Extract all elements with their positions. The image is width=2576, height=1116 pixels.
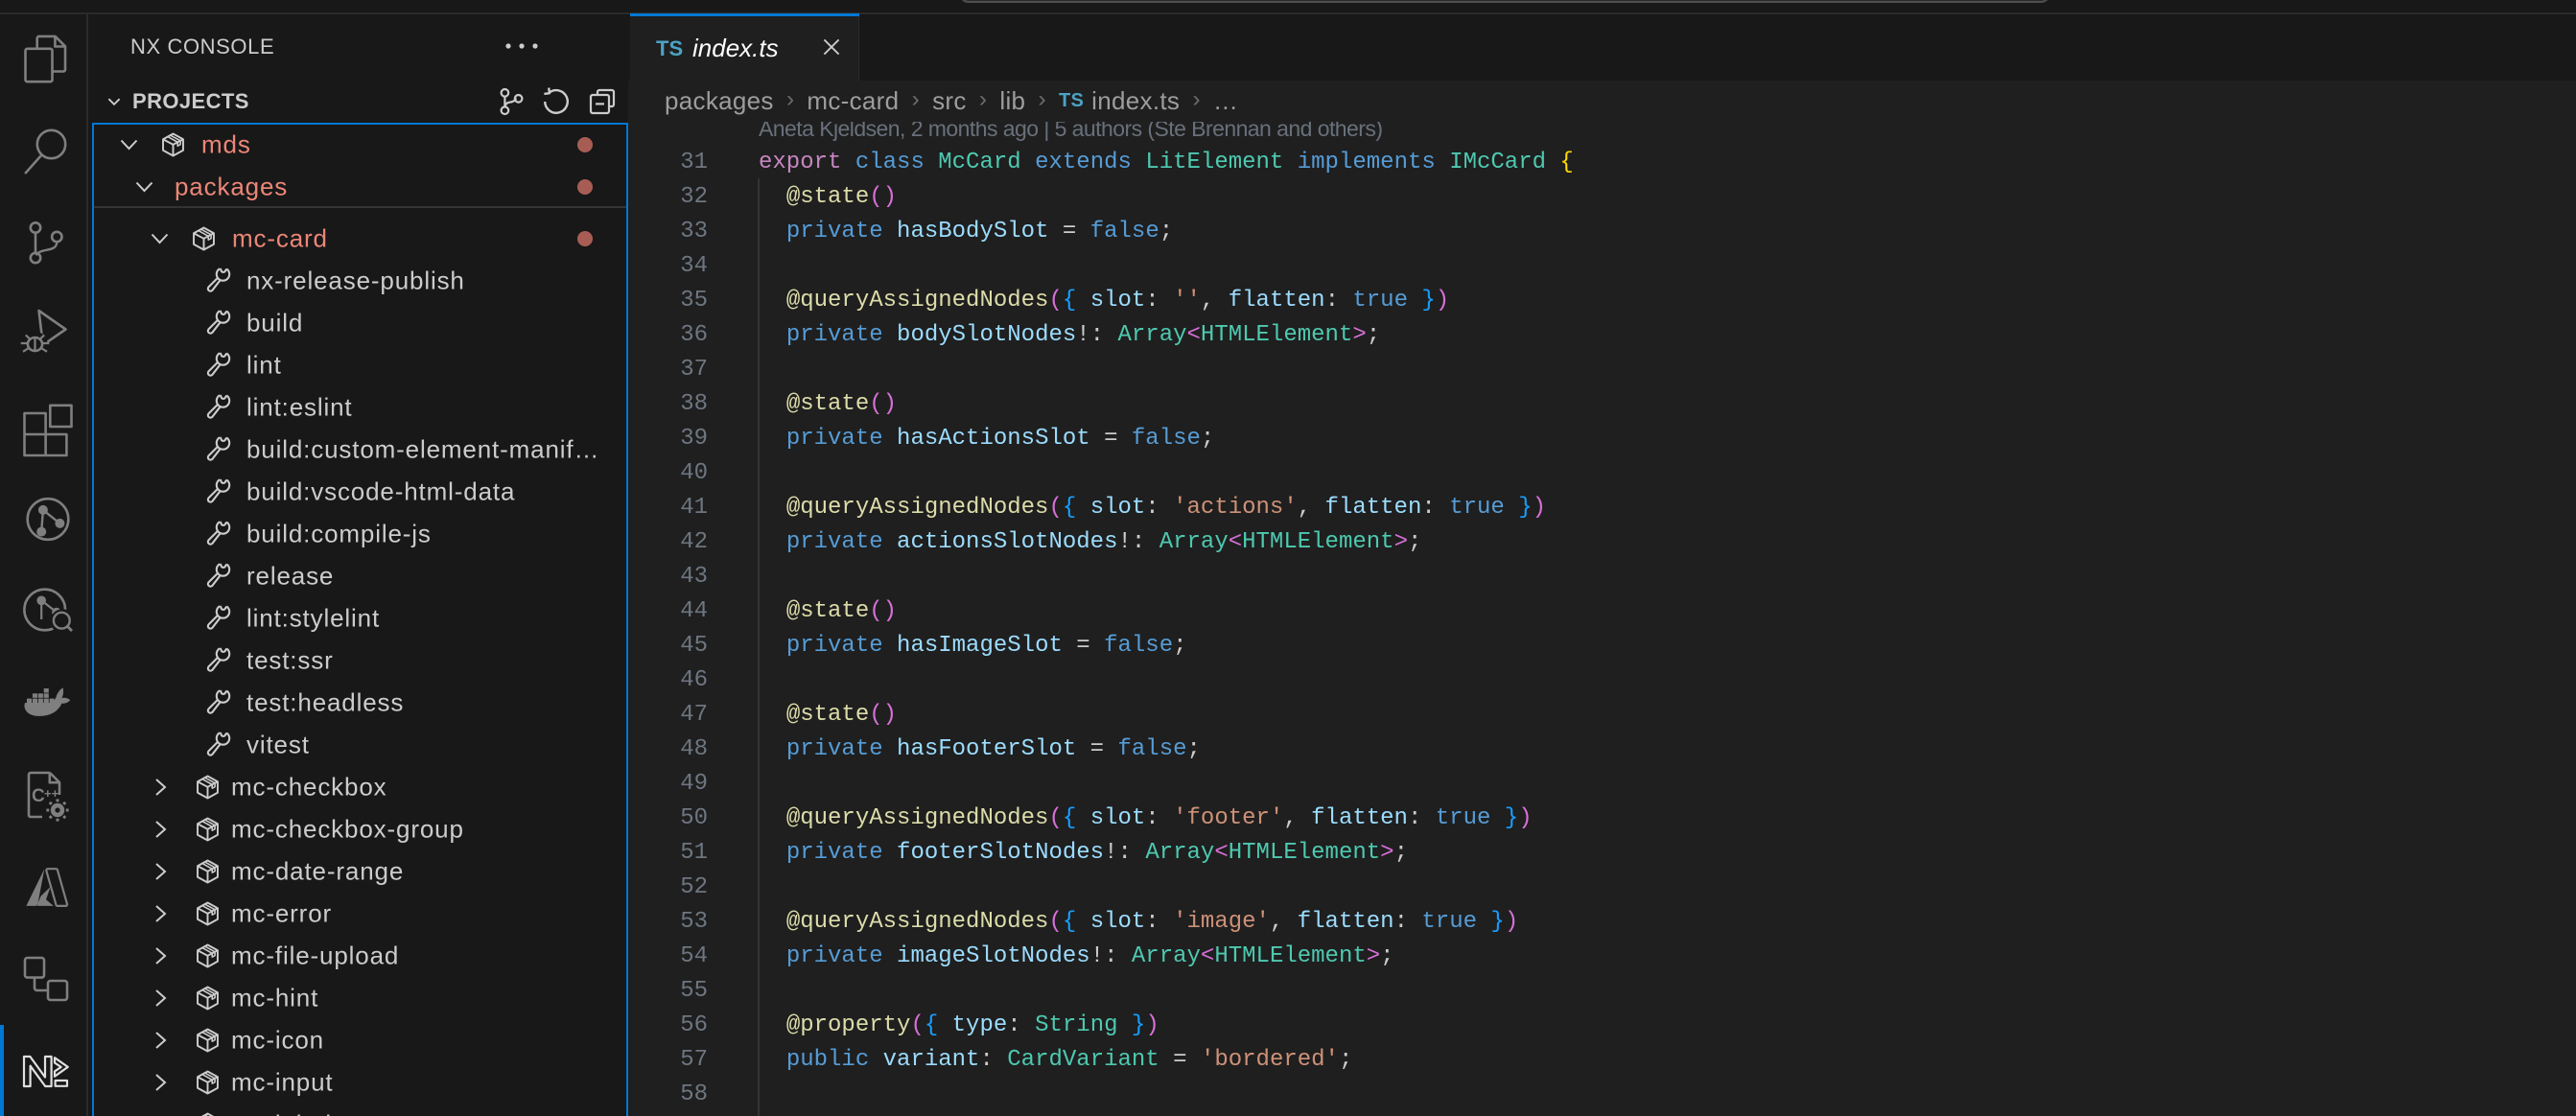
svg-text:C: C xyxy=(32,786,45,806)
